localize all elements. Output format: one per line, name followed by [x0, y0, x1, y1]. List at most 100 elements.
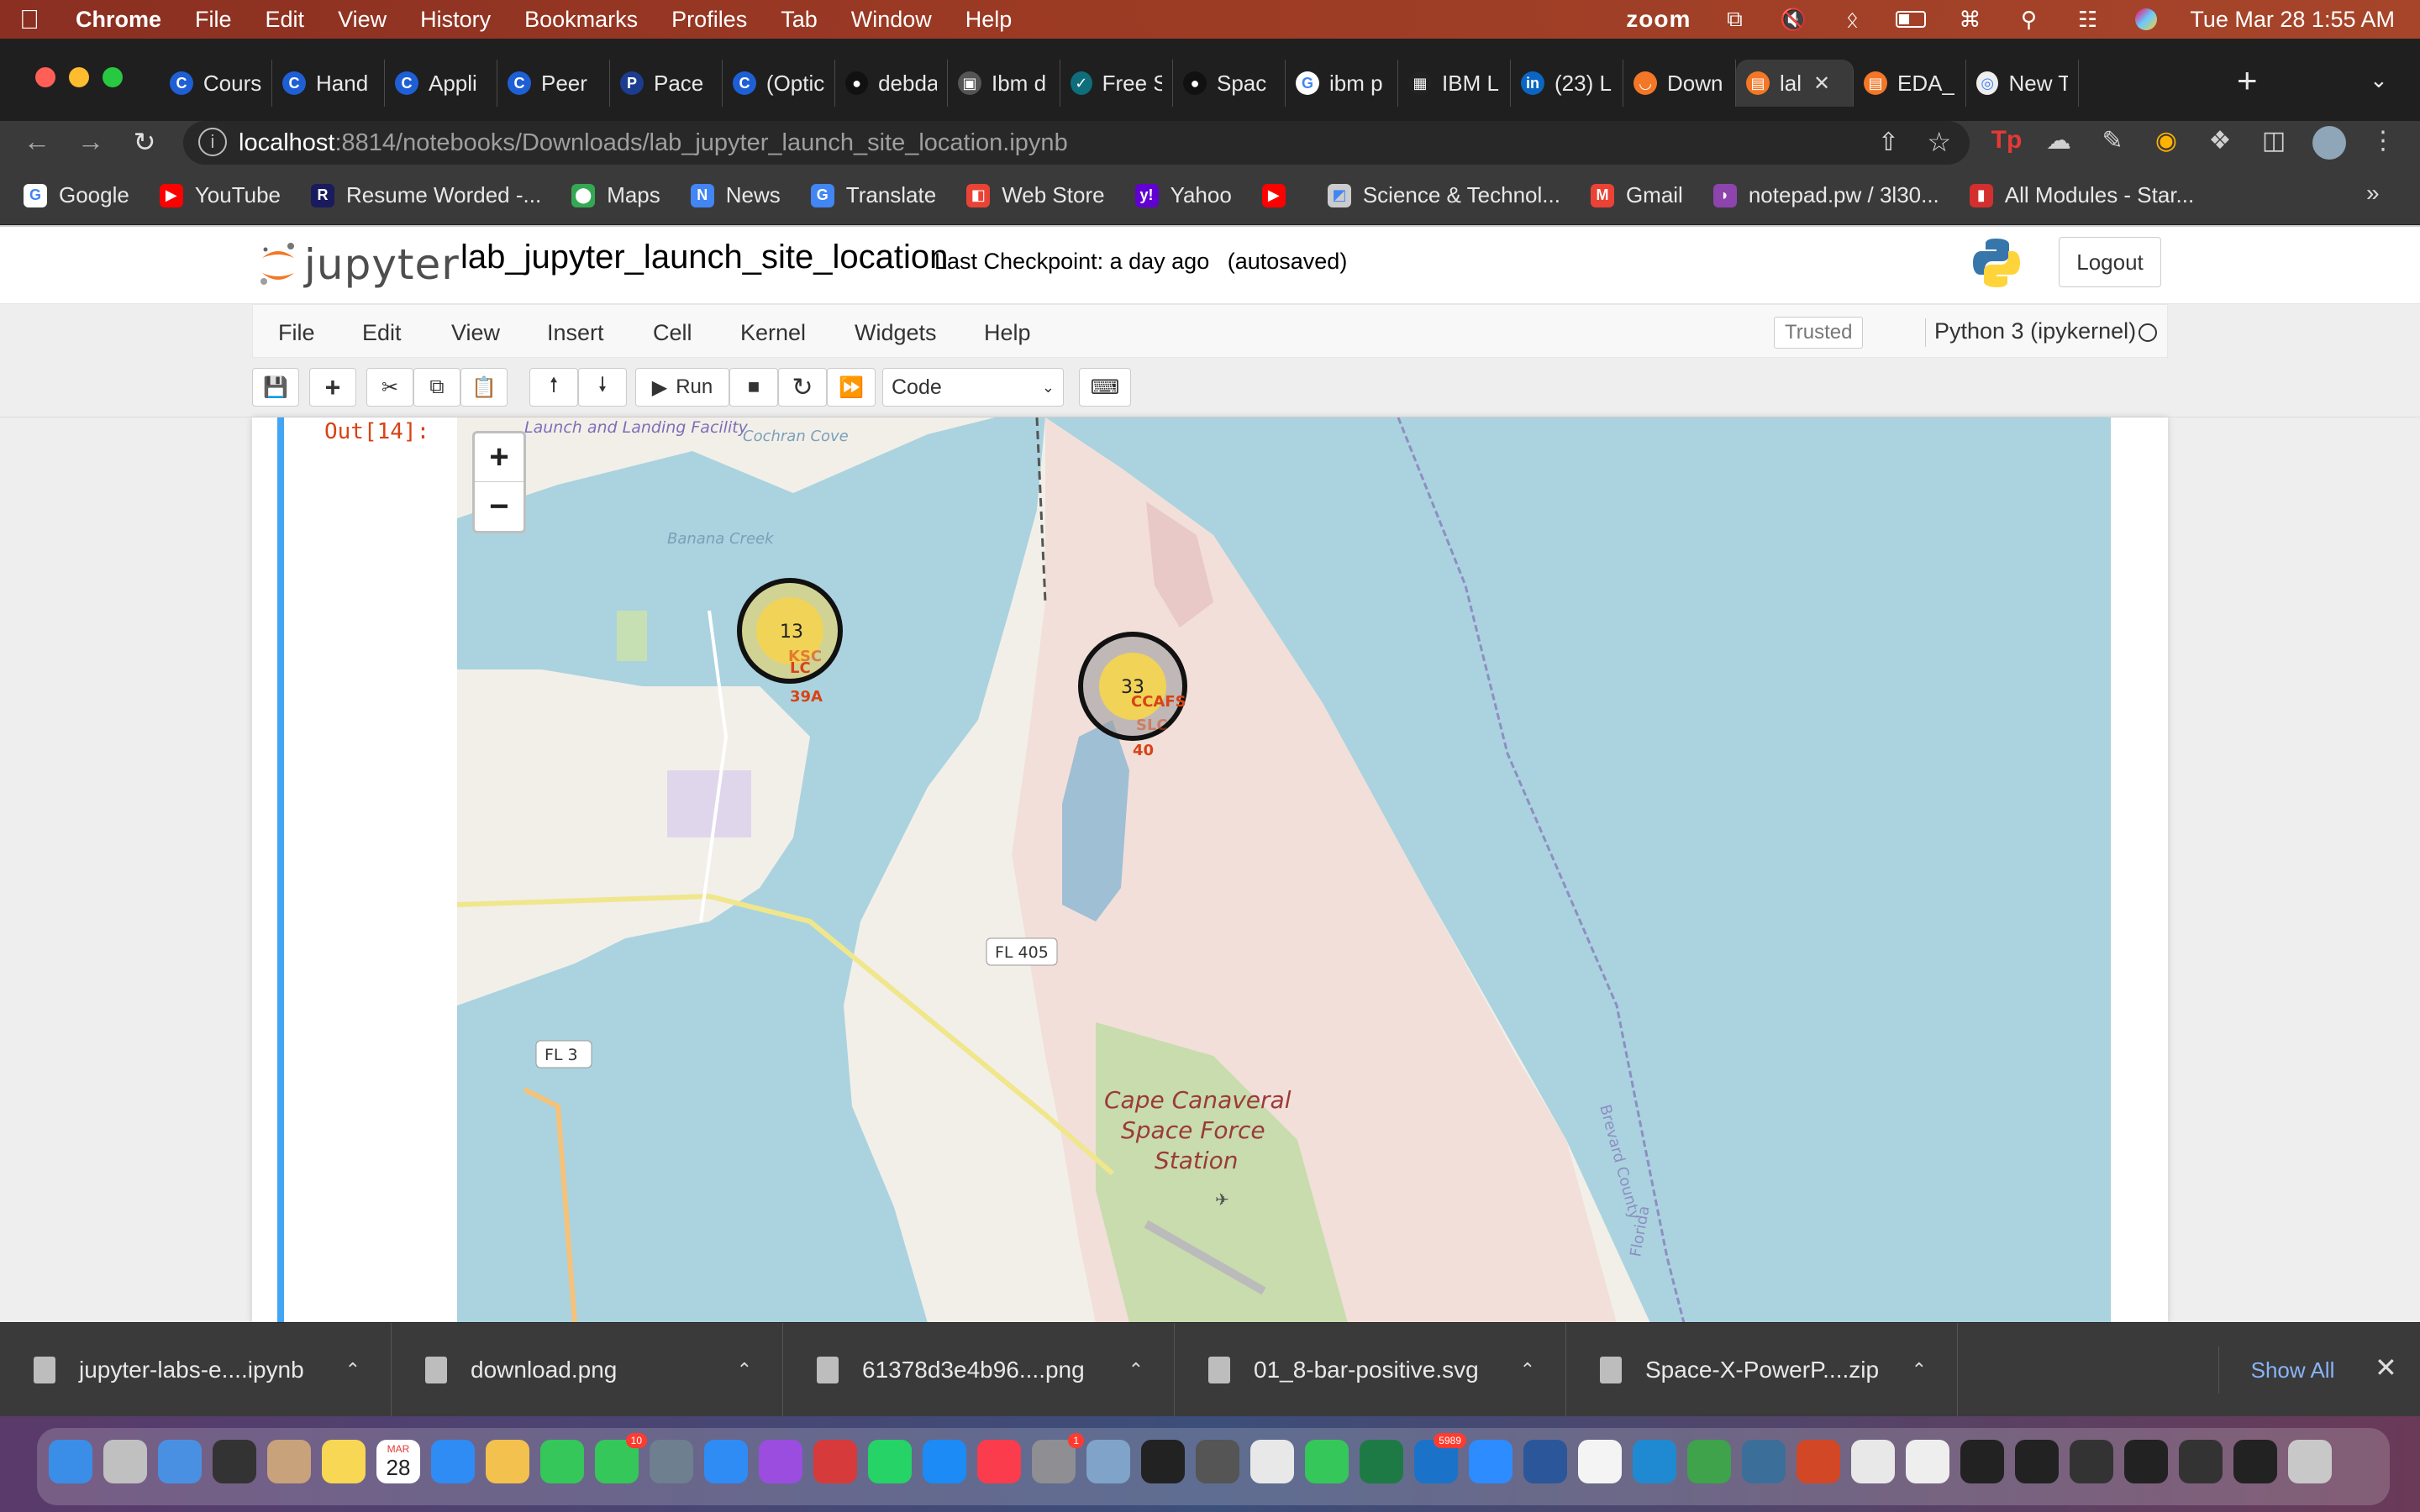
menu-history[interactable]: History: [403, 7, 508, 33]
window-thumb-icon[interactable]: [2124, 1440, 2168, 1483]
folium-map[interactable]: ✈ Launch and Landing Facility Cochran Co…: [457, 417, 2111, 1322]
reload-icon[interactable]: ↻: [126, 126, 163, 158]
chevron-up-icon[interactable]: ⌃: [1912, 1359, 1927, 1381]
fast-forward-icon[interactable]: ⏩: [827, 368, 876, 407]
keyboard-shortcuts-icon[interactable]: ⌨: [1079, 368, 1131, 407]
tab[interactable]: C Appli: [385, 60, 497, 107]
menu-edit[interactable]: Edit: [249, 7, 322, 33]
bookmark-item[interactable]: y! Yahoo: [1134, 182, 1232, 208]
bookmark-item[interactable]: ▶: [1261, 183, 1297, 207]
contacts-icon[interactable]: [267, 1440, 311, 1483]
trusted-badge[interactable]: Trusted: [1774, 317, 1864, 349]
chevron-up-icon[interactable]: ⌃: [345, 1359, 360, 1381]
photo-booth-icon[interactable]: [813, 1440, 857, 1483]
side-panel-icon[interactable]: ◫: [2257, 126, 2291, 155]
menu-app-name[interactable]: Chrome: [59, 7, 178, 33]
tab[interactable]: ▣ Ibm d: [948, 60, 1060, 107]
site-info-icon[interactable]: i: [198, 128, 227, 156]
trash-icon[interactable]: [2288, 1440, 2332, 1483]
powerpoint-icon[interactable]: [1797, 1440, 1840, 1483]
kernel-name[interactable]: Python 3 (ipykernel): [1925, 318, 2136, 347]
bookmark-item[interactable]: M Gmail: [1590, 182, 1683, 208]
launchpad-icon[interactable]: [103, 1440, 147, 1483]
restart-icon[interactable]: ↻: [778, 368, 827, 407]
logout-button[interactable]: Logout: [2059, 237, 2161, 287]
app-store-icon[interactable]: [431, 1440, 475, 1483]
safari-icon[interactable]: [704, 1440, 748, 1483]
download-item[interactable]: 61378d3e4b96....png ⌃: [783, 1323, 1175, 1417]
notebook-menu-kernel[interactable]: Kernel: [740, 320, 806, 346]
maximize-window-button[interactable]: [103, 67, 123, 87]
address-bar[interactable]: i localhost:8814/notebooks/Downloads/lab…: [183, 121, 1970, 165]
mission-control-icon[interactable]: [213, 1440, 256, 1483]
apple-menu-icon[interactable]: : [0, 4, 59, 35]
new-tab-button[interactable]: +: [2237, 60, 2258, 101]
photos-icon[interactable]: [486, 1440, 529, 1483]
bookmark-item[interactable]: G Translate: [810, 182, 936, 208]
menu-tab[interactable]: Tab: [764, 7, 834, 33]
insert-cell-icon[interactable]: +: [309, 368, 356, 407]
tab[interactable]: C Peer: [497, 60, 610, 107]
mail-icon[interactable]: [158, 1440, 202, 1483]
bookmarks-overflow-icon[interactable]: »: [2366, 180, 2380, 207]
window-thumb-icon[interactable]: [2179, 1440, 2223, 1483]
window-thumb-icon[interactable]: [2015, 1440, 2059, 1483]
cell-type-select[interactable]: Code ⌄: [882, 368, 1064, 407]
tab[interactable]: ✓ Free S: [1060, 60, 1173, 107]
chevron-up-icon[interactable]: ⌃: [1520, 1359, 1535, 1381]
whatsapp-icon[interactable]: [868, 1440, 912, 1483]
menu-clock[interactable]: Tue Mar 28 1:55 AM: [2190, 7, 2395, 33]
extension-tp-icon[interactable]: Tp: [1990, 126, 2023, 155]
tab[interactable]: ▦ IBM L: [1398, 60, 1511, 107]
notebook-menu-help[interactable]: Help: [984, 320, 1031, 346]
spotlight-search-icon[interactable]: ⚲: [2013, 7, 2044, 32]
word-icon[interactable]: [1523, 1440, 1567, 1483]
screen-mirror-icon[interactable]: ⧉: [1719, 6, 1749, 31]
notebook-menu-view[interactable]: View: [451, 320, 500, 346]
preview-icon[interactable]: [1086, 1440, 1130, 1483]
stop-icon[interactable]: ■: [729, 368, 778, 407]
notebook-menu-widgets[interactable]: Widgets: [855, 320, 937, 346]
zoom-out-button[interactable]: −: [475, 482, 523, 531]
bookmark-item[interactable]: N News: [690, 182, 781, 208]
move-down-icon[interactable]: 🠗: [578, 368, 627, 407]
bookmark-item[interactable]: ▮ All Modules - Star...: [1969, 182, 2194, 208]
bookmark-item[interactable]: G Google: [24, 182, 129, 208]
bookmark-item[interactable]: ▶ YouTube: [159, 182, 281, 208]
copy-icon[interactable]: ⧉: [413, 368, 460, 407]
notebook-menu-edit[interactable]: Edit: [362, 320, 402, 346]
window-thumb-icon[interactable]: [1960, 1440, 2004, 1483]
podcasts-icon[interactable]: [759, 1440, 802, 1483]
tab[interactable]: P Pace: [610, 60, 723, 107]
tab[interactable]: ◡ Down: [1623, 60, 1736, 107]
close-window-button[interactable]: [35, 67, 55, 87]
chrome-icon[interactable]: [1250, 1440, 1294, 1483]
tab[interactable]: C (Optic: [723, 60, 835, 107]
tab-search-chevron-icon[interactable]: ⌄: [2370, 67, 2388, 93]
share-icon[interactable]: ⇧: [1878, 128, 1899, 157]
app-store-icon[interactable]: [923, 1440, 966, 1483]
download-item[interactable]: Space-X-PowerP....zip ⌃: [1566, 1323, 1958, 1417]
mute-icon[interactable]: 🔇: [1778, 7, 1808, 32]
calculator-icon[interactable]: [1196, 1440, 1239, 1483]
cut-icon[interactable]: ✂: [366, 368, 413, 407]
close-downloads-icon[interactable]: ✕: [2375, 1352, 2397, 1383]
menu-file[interactable]: File: [178, 7, 249, 33]
extension-edit-icon[interactable]: ✎: [2096, 126, 2129, 155]
numbers-icon[interactable]: [1305, 1440, 1349, 1483]
textedit-icon[interactable]: [1578, 1440, 1622, 1483]
calendar-icon[interactable]: MAR 28: [376, 1440, 420, 1483]
close-tab-icon[interactable]: ✕: [1813, 71, 1830, 96]
tab[interactable]: Gibm p: [1286, 60, 1398, 107]
chevron-up-icon[interactable]: ⌃: [1128, 1359, 1144, 1381]
download-item[interactable]: download.png ⌃: [392, 1323, 783, 1417]
bookmark-item[interactable]: ⬤ Maps: [571, 182, 660, 208]
jupyter-logo[interactable]: jupyter: [257, 239, 460, 291]
run-button[interactable]: ▶ Run: [635, 368, 729, 407]
save-icon[interactable]: 💾: [252, 368, 299, 407]
window-thumb-icon[interactable]: [2070, 1440, 2113, 1483]
bluetooth-icon[interactable]: ᛟ: [1837, 7, 1867, 32]
outlook-icon[interactable]: 5989: [1414, 1433, 1466, 1483]
tab[interactable]: C Hand: [272, 60, 385, 107]
menu-window[interactable]: Window: [834, 7, 949, 33]
